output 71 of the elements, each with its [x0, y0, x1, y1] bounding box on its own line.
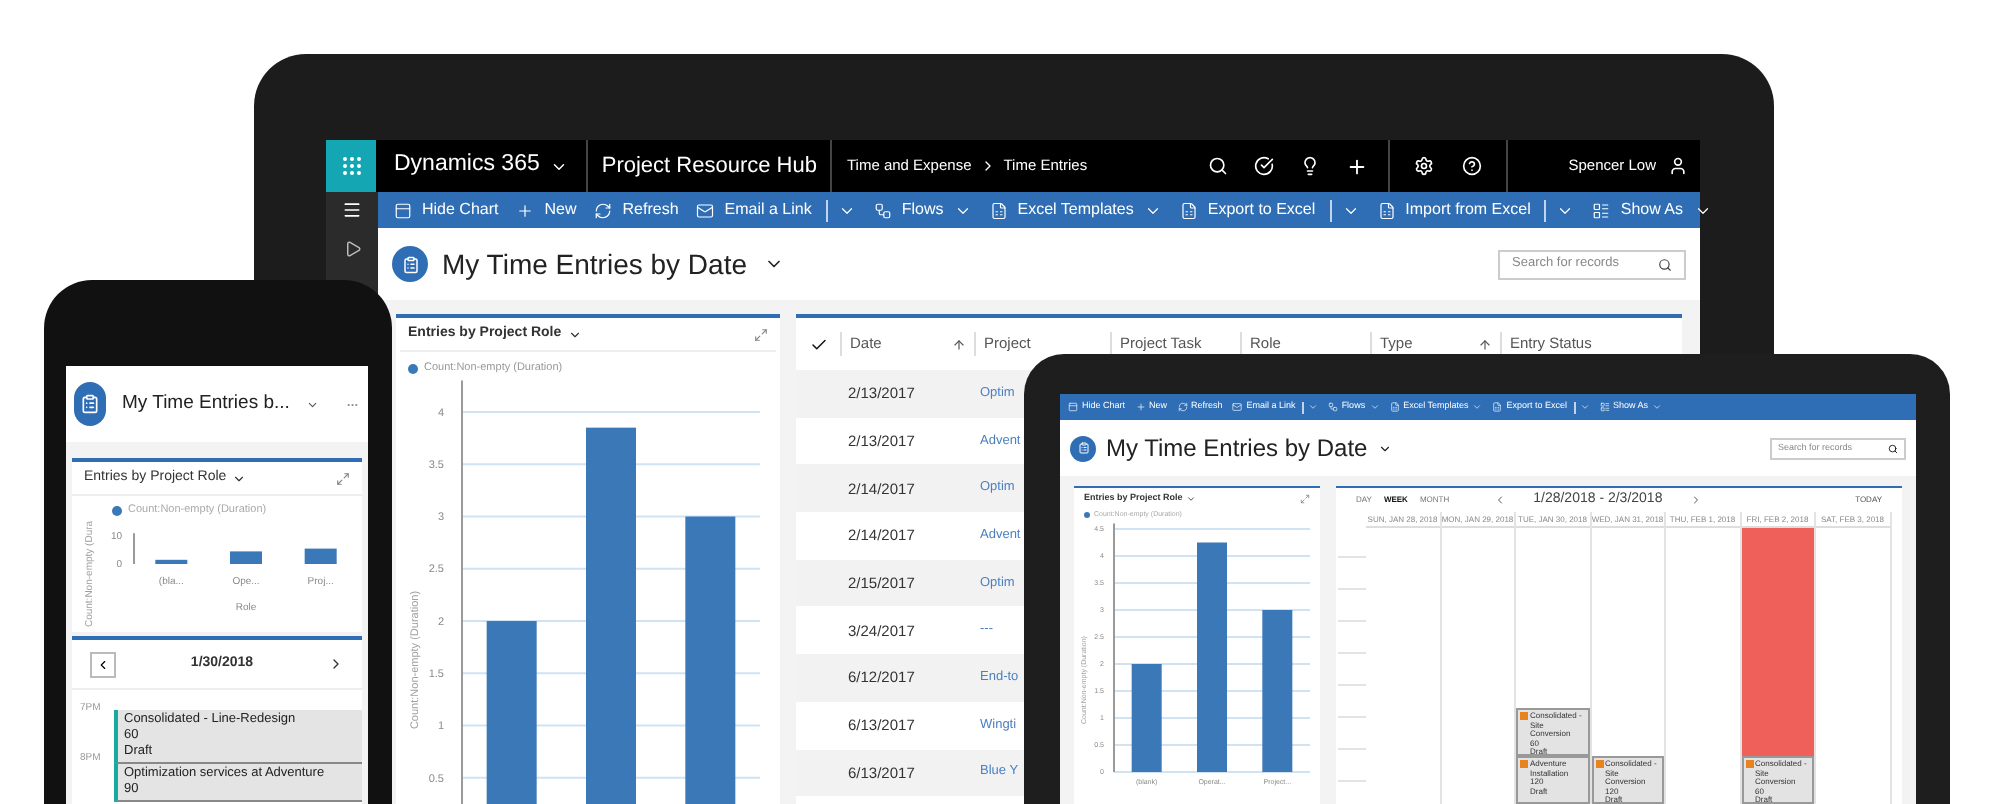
plus-icon[interactable]: [1346, 155, 1369, 177]
flow-icon: [873, 201, 892, 219]
toolbar-button[interactable]: Show As: [1592, 201, 1711, 219]
plus-icon: [1135, 402, 1146, 412]
view-selector[interactable]: My Time Entries by Date: [442, 243, 783, 285]
spreadsheet-icon: [1377, 201, 1396, 219]
view-selector[interactable]: My Time Entries b...: [121, 389, 290, 419]
select-all-icon[interactable]: [809, 335, 827, 353]
chevron-icon: [96, 657, 110, 671]
entry-icon: [1520, 712, 1528, 720]
bar: [230, 551, 262, 565]
check-circle-icon[interactable]: [1254, 156, 1275, 176]
caret-icon: [1472, 402, 1483, 412]
mail-icon: [1232, 402, 1243, 412]
toolbar-button[interactable]: Refresh: [594, 201, 679, 219]
toolbar-button[interactable]: Hide Chart: [394, 201, 499, 219]
sort-arrow-icon: [1478, 337, 1492, 351]
caret-icon: [1579, 402, 1590, 412]
bar: [304, 549, 337, 565]
toolbar-button[interactable]: Export to Excel: [1179, 199, 1360, 221]
view-selector[interactable]: My Time Entries by Date: [1106, 430, 1392, 466]
grid-icon: [339, 154, 363, 178]
sort-arrow-icon: [952, 337, 966, 351]
spreadsheet-icon: [989, 201, 1008, 219]
caret-icon: [567, 327, 582, 341]
entity-icon: [1070, 435, 1096, 461]
search-icon[interactable]: [1208, 156, 1229, 176]
menu-icon[interactable]: [342, 200, 362, 220]
previous-button[interactable]: [90, 651, 116, 677]
expand-icon[interactable]: [754, 327, 768, 341]
spreadsheet-icon: [1389, 402, 1400, 412]
toolbar-button[interactable]: Excel Templates: [989, 201, 1162, 219]
help-icon[interactable]: [1462, 156, 1483, 176]
toolbar-button[interactable]: New: [516, 201, 577, 219]
plus-icon: [516, 201, 535, 219]
caret-icon: [1307, 402, 1318, 412]
entry-icon: [1595, 760, 1603, 768]
spreadsheet-icon: [1492, 402, 1503, 412]
settings-icon[interactable]: [1414, 156, 1435, 176]
refresh-icon: [594, 201, 613, 219]
caret-icon: [1377, 441, 1392, 455]
toolbar-button[interactable]: Import from Excel: [1377, 199, 1575, 221]
list-icon: [1599, 402, 1610, 412]
chart-panel-icon: [394, 201, 412, 219]
expand-icon[interactable]: [336, 471, 350, 485]
user-icon[interactable]: [1668, 156, 1688, 176]
refresh-icon: [1177, 402, 1188, 412]
entity-icon: [74, 382, 106, 426]
list-icon: [1592, 201, 1611, 219]
spreadsheet-icon: [1179, 201, 1198, 219]
caret-icon: [1369, 402, 1380, 412]
search-icon: [1658, 257, 1672, 271]
bar: [155, 560, 188, 565]
chart-panel-icon: [1068, 402, 1078, 412]
bar: [1131, 664, 1162, 773]
lightbulb-icon[interactable]: [1300, 156, 1321, 176]
entry-icon: [1520, 760, 1528, 768]
next-icon[interactable]: [328, 656, 344, 672]
expand-icon[interactable]: [1300, 494, 1310, 504]
play-icon[interactable]: [343, 240, 361, 258]
entry-icon: [1745, 760, 1753, 768]
flow-icon: [1327, 402, 1338, 412]
toolbar-button[interactable]: Flows: [873, 201, 972, 219]
caret-icon: [1652, 402, 1663, 412]
mail-icon: [696, 201, 715, 219]
caret-icon: [1186, 494, 1197, 504]
entity-icon: [392, 246, 428, 282]
toolbar-button[interactable]: Email a Link: [696, 199, 856, 221]
y-axis: [133, 532, 135, 566]
search-icon: [1888, 443, 1898, 453]
caret-icon: [232, 471, 247, 485]
